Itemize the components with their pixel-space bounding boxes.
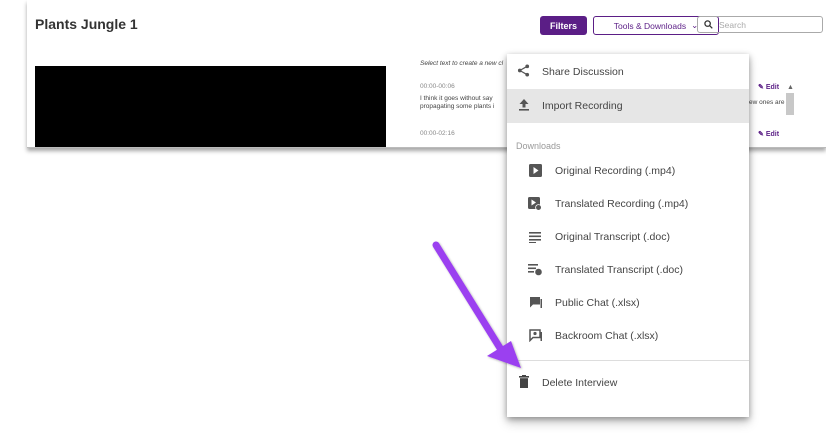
annotation-arrow-icon	[432, 241, 521, 368]
